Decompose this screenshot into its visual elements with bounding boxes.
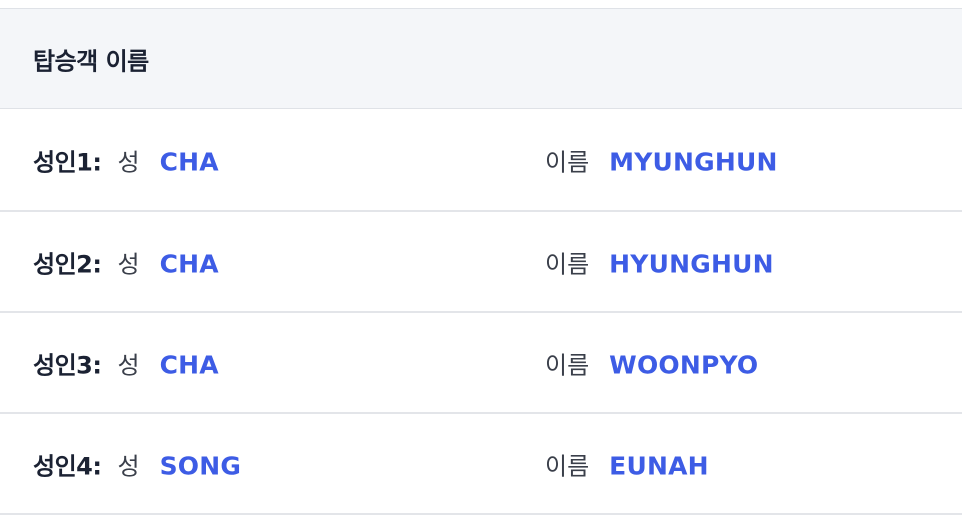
given-name-label: 이름 [545,148,590,177]
passenger-row: 성인1: 성 CHA 이름 MYUNGHUN [0,110,962,212]
given-name-label: 이름 [545,351,590,379]
passenger-row: 성인3: 성 CHA 이름 WOONPYO [0,313,962,414]
given-name-label: 이름 [545,452,590,480]
surname-cell: 성인4: 성 SONG [33,446,241,481]
passenger-list: 성인1: 성 CHA 이름 MYUNGHUN 성인2: 성 CHA 이름 HYU… [0,110,962,515]
passenger-label: 성인2: [33,250,102,278]
given-name-cell: 이름 HYUNGHUN [545,244,774,279]
surname-value: CHA [159,249,219,278]
given-name-value: WOONPYO [609,350,759,379]
surname-label: 성 [117,452,140,480]
given-name-value: MYUNGHUN [609,147,778,177]
passenger-names-panel: 탑승객 이름 성인1: 성 CHA 이름 MYUNGHUN 성인2: 성 CHA… [0,0,962,526]
surname-cell: 성인2: 성 CHA [33,244,219,279]
surname-label: 성 [117,250,140,278]
passenger-label: 성인4: [33,452,102,480]
given-name-label: 이름 [545,250,590,278]
section-title: 탑승객 이름 [33,47,149,75]
given-name-value: HYUNGHUN [609,249,774,278]
surname-label: 성 [117,351,140,379]
section-header: 탑승객 이름 [0,9,962,109]
surname-value: SONG [159,451,242,480]
given-name-cell: 이름 WOONPYO [545,345,758,380]
passenger-label: 성인1: [33,148,102,177]
surname-value: CHA [159,147,219,177]
surname-cell: 성인1: 성 CHA [33,143,219,178]
passenger-row: 성인2: 성 CHA 이름 HYUNGHUN [0,212,962,313]
surname-value: CHA [159,350,219,379]
passenger-label: 성인3: [33,351,102,379]
surname-label: 성 [117,148,140,177]
given-name-value: EUNAH [609,451,709,480]
given-name-cell: 이름 MYUNGHUN [545,143,778,178]
given-name-cell: 이름 EUNAH [545,446,709,481]
passenger-row: 성인4: 성 SONG 이름 EUNAH [0,414,962,515]
surname-cell: 성인3: 성 CHA [33,345,219,380]
